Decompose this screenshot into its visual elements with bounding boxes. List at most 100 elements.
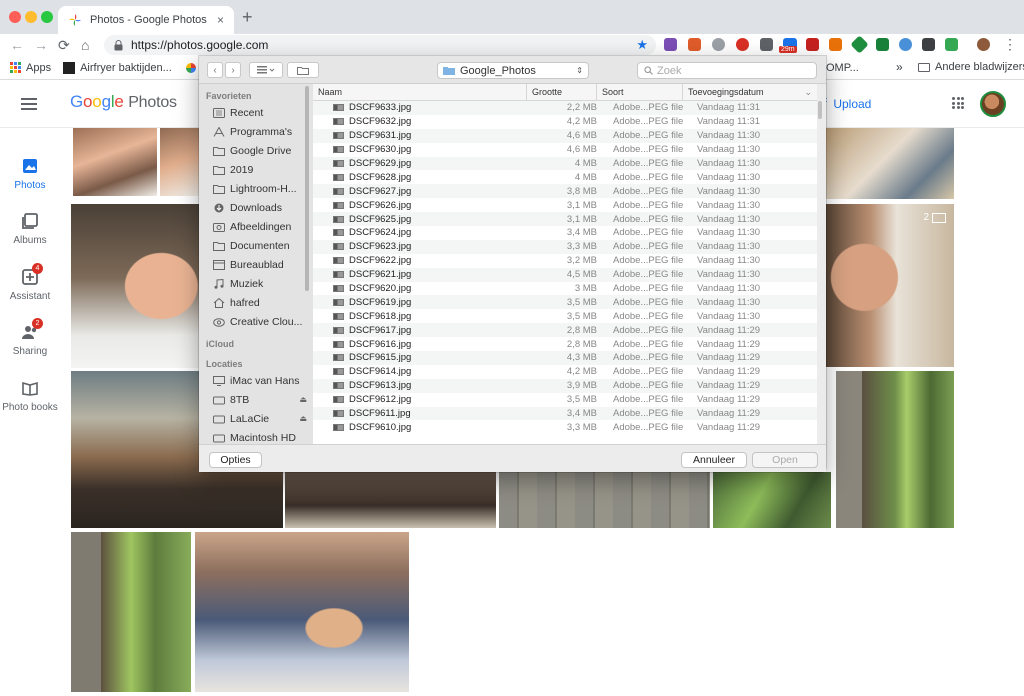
file-row[interactable]: DSCF9633.jpg 2,2 MB Adobe...PEG file Vandaa…	[313, 101, 817, 115]
sidebar-item-macintosh-hd[interactable]: Macintosh HD	[199, 428, 313, 444]
back-button[interactable]: ←	[10, 34, 24, 56]
sidebar-item-home[interactable]: hafred	[199, 293, 313, 312]
file-row[interactable]: DSCF9627.jpg 3,8 MB Adobe...PEG file Vandaa…	[313, 184, 817, 199]
sidebar-item-lalacie[interactable]: LaLaCie ⏏	[199, 409, 313, 428]
bookmark-star-icon[interactable]: ★	[636, 37, 648, 53]
file-row[interactable]: DSCF9617.jpg 2,8 MB Adobe...PEG file Vandaa…	[313, 323, 817, 338]
sidebar-item-2019[interactable]: 2019	[199, 160, 313, 179]
photo-thumbnail[interactable]	[836, 371, 954, 528]
file-row[interactable]: DSCF9615.jpg 4,3 MB Adobe...PEG file Vandaa…	[313, 351, 817, 365]
browser-menu-icon[interactable]: ⋮	[1003, 36, 1017, 53]
file-row[interactable]: DSCF9614.jpg 4,2 MB Adobe...PEG file Vandaa…	[313, 365, 817, 379]
file-row[interactable]: DSCF9621.jpg 4,5 MB Adobe...PEG file Vandaa…	[313, 267, 817, 282]
photo-thumbnail[interactable]: 2	[826, 204, 954, 367]
bookmark-omp[interactable]: OMP...	[826, 62, 859, 74]
bookmark-apps[interactable]: Apps	[10, 62, 51, 74]
photo-thumbnail[interactable]	[195, 532, 409, 692]
forward-button[interactable]: →	[34, 34, 48, 56]
file-row[interactable]: DSCF9616.jpg 2,8 MB Adobe...PEG file Vandaa…	[313, 337, 817, 351]
close-window-button[interactable]	[9, 11, 21, 23]
file-row[interactable]: DSCF9631.jpg 4,6 MB Adobe...PEG file Vandaa…	[313, 128, 817, 143]
dialog-forward-button[interactable]: ›	[225, 62, 241, 78]
photo-thumbnail[interactable]	[71, 532, 191, 692]
eject-icon[interactable]: ⏏	[299, 414, 307, 423]
extension-mail-icon[interactable]	[760, 38, 773, 51]
sidebar-item-recent[interactable]: Recent	[199, 103, 313, 122]
maximize-window-button[interactable]	[41, 11, 53, 23]
nav-albums[interactable]: Albums	[0, 213, 60, 246]
options-button[interactable]: Opties	[209, 452, 262, 468]
sidebar-item-pictures[interactable]: Afbeeldingen	[199, 217, 313, 236]
cancel-button[interactable]: Annuleer	[681, 452, 747, 468]
column-header-kind[interactable]: Soort	[597, 84, 683, 101]
view-options-button[interactable]	[249, 62, 283, 78]
account-avatar[interactable]	[980, 91, 1006, 117]
eject-icon[interactable]: ⏏	[299, 395, 307, 404]
tab-close-icon[interactable]: ×	[217, 13, 224, 27]
sidebar-item-creative-cloud[interactable]: Creative Clou...	[199, 312, 313, 331]
open-button[interactable]: Open	[752, 452, 818, 468]
file-row[interactable]: DSCF9629.jpg 4 MB Adobe...PEG file Vandaag …	[313, 156, 817, 171]
google-apps-icon[interactable]	[952, 97, 964, 109]
extension-green-icon[interactable]	[945, 38, 958, 51]
minimize-window-button[interactable]	[25, 11, 37, 23]
file-row[interactable]: DSCF9613.jpg 3,9 MB Adobe...PEG file Vandaa…	[313, 378, 817, 393]
file-row[interactable]: DSCF9618.jpg 3,5 MB Adobe...PEG file Vandaa…	[313, 309, 817, 323]
new-tab-button[interactable]: +	[242, 7, 253, 27]
nav-sharing[interactable]: 2 Sharing	[0, 318, 60, 357]
upload-button[interactable]: ⤒ Upload	[822, 96, 871, 111]
bookmark-other[interactable]: Andere bladwijzers	[918, 61, 1024, 73]
column-header-name[interactable]: Naam	[313, 84, 527, 101]
dialog-search-field[interactable]: Zoek	[637, 62, 817, 79]
file-row[interactable]: DSCF9622.jpg 3,2 MB Adobe...PEG file Vandaa…	[313, 254, 817, 268]
extension-adblock-icon[interactable]	[736, 38, 749, 51]
column-header-date[interactable]: Toevoegingsdatum ⌄	[683, 84, 817, 101]
file-row[interactable]: DSCF9611.jpg 3,4 MB Adobe...PEG file Vandaa…	[313, 406, 817, 421]
extension-bookmark-icon[interactable]	[688, 38, 701, 51]
sidebar-item-imac[interactable]: iMac van Hans	[199, 371, 313, 390]
extension-shield-icon[interactable]	[806, 38, 819, 51]
sidebar-item-8tb[interactable]: 8TB ⏏	[199, 390, 313, 409]
nav-photos[interactable]: Photos	[0, 158, 60, 191]
photo-thumbnail[interactable]	[499, 472, 710, 528]
extension-check-icon[interactable]	[899, 38, 912, 51]
sidebar-item-downloads[interactable]: Downloads	[199, 198, 313, 217]
file-row[interactable]: DSCF9610.jpg 3,3 MB Adobe...PEG file Vandaa…	[313, 420, 817, 434]
file-row[interactable]: DSCF9623.jpg 3,3 MB Adobe...PEG file Vandaa…	[313, 239, 817, 254]
photo-thumbnail[interactable]	[73, 128, 157, 196]
photo-thumbnail[interactable]	[713, 472, 831, 528]
file-row[interactable]: DSCF9630.jpg 4,6 MB Adobe...PEG file Vandaa…	[313, 143, 817, 157]
address-bar[interactable]: https://photos.google.com ★	[104, 35, 656, 55]
sidebar-scrollbar[interactable]	[305, 86, 309, 291]
file-row[interactable]: DSCF9625.jpg 3,1 MB Adobe...PEG file Vandaa…	[313, 212, 817, 227]
sidebar-item-google-drive[interactable]: Google Drive	[199, 141, 313, 160]
extension-office-icon[interactable]	[829, 38, 842, 51]
reload-button[interactable]: ⟳	[58, 34, 70, 56]
nav-assistant[interactable]: 4 Assistant	[0, 263, 60, 302]
bookmark-airfryer[interactable]: Airfryer baktijden...	[63, 61, 172, 74]
home-button[interactable]: ⌂	[81, 34, 89, 56]
browser-tab[interactable]: Photos - Google Photos ×	[58, 6, 234, 34]
sidebar-item-desktop[interactable]: Bureaublad	[199, 255, 313, 274]
main-menu-icon[interactable]	[21, 98, 37, 110]
extension-onenote-icon[interactable]	[664, 38, 677, 51]
file-row[interactable]: DSCF9628.jpg 4 MB Adobe...PEG file Vandaag …	[313, 170, 817, 184]
sidebar-item-applications[interactable]: Programma's	[199, 122, 313, 141]
location-select[interactable]: Google_Photos ⇕	[437, 62, 589, 79]
sidebar-item-lightroom[interactable]: Lightroom-H...	[199, 179, 313, 198]
new-folder-button[interactable]	[287, 62, 319, 78]
extension-dark-icon[interactable]	[922, 38, 935, 51]
profile-avatar-icon[interactable]	[977, 38, 990, 51]
file-row[interactable]: DSCF9624.jpg 3,4 MB Adobe...PEG file Vandaa…	[313, 226, 817, 240]
bookmarks-overflow-button[interactable]: »	[896, 60, 903, 74]
google-photos-logo[interactable]: Google Photos	[70, 92, 177, 112]
extension-cloud-icon[interactable]	[712, 38, 725, 51]
dialog-back-button[interactable]: ‹	[207, 62, 223, 78]
file-list-scrollbar[interactable]	[818, 101, 822, 119]
file-row[interactable]: DSCF9626.jpg 3,1 MB Adobe...PEG file Vandaa…	[313, 198, 817, 212]
file-row[interactable]: DSCF9619.jpg 3,5 MB Adobe...PEG file Vandaa…	[313, 295, 817, 310]
sidebar-item-music[interactable]: Muziek	[199, 274, 313, 293]
photo-thumbnail[interactable]	[160, 128, 200, 196]
sidebar-item-documents[interactable]: Documenten	[199, 236, 313, 255]
extension-zip-icon[interactable]	[876, 38, 889, 51]
